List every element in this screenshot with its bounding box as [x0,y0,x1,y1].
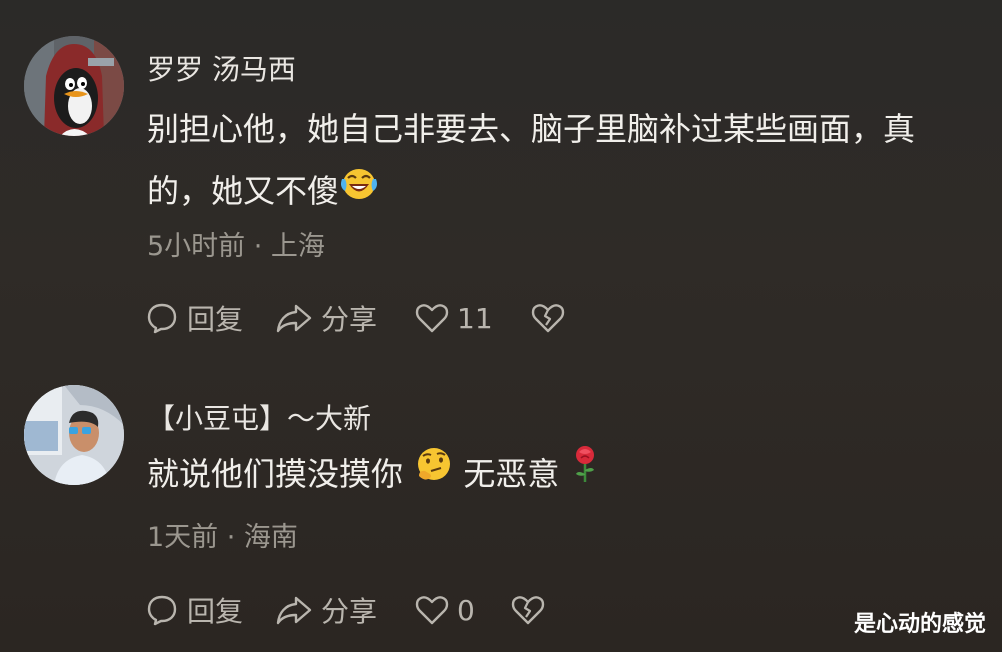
username[interactable]: 【小豆屯】～大新 [147,397,371,437]
avatar[interactable] [24,36,124,136]
thinking-emoji-icon [413,442,453,504]
heart-icon [415,594,449,626]
comment-item: 【小豆屯】～大新 就说他们摸没摸你 无恶意 1天前 · 海南 回复 分享 0 [0,352,1002,652]
like-button[interactable]: 0 [415,594,475,627]
comment-text: 别担心他，她自己非要去、脑子里脑补过某些画面，真的，她又不傻 [147,98,977,224]
share-button[interactable]: 分享 [275,590,377,630]
like-button[interactable]: 11 [415,302,493,335]
man-in-car-avatar-image [24,385,124,485]
share-label: 分享 [321,303,378,336]
rose-emoji-icon [570,442,600,504]
comment-text: 就说他们摸没摸你 无恶意 [147,443,977,507]
comment-text-content: 别担心他，她自己非要去、脑子里脑补过某些画面，真的，她又不傻 [147,110,916,210]
comment-actions: 回复 分享 0 [145,590,577,630]
share-arrow-icon [275,593,313,627]
broken-heart-icon [511,594,545,626]
watermark: 是心动的感觉 [853,612,986,637]
avatar[interactable] [24,385,124,485]
broken-heart-icon [531,302,565,334]
comment-bubble-icon [145,301,179,335]
comment-text-after: 无恶意 [463,455,560,493]
comment-meta: 1天前 · 海南 [147,522,298,553]
like-count: 11 [457,301,493,335]
penguin-avatar-image [24,36,124,136]
comment-meta: 5小时前 · 上海 [147,231,325,262]
like-count: 0 [457,593,475,627]
heart-icon [415,302,449,334]
comment-text-before: 就说他们摸没摸你 [147,455,404,493]
share-arrow-icon [275,301,313,335]
username[interactable]: 罗罗 汤马西 [147,48,296,88]
comment-item: 罗罗 汤马西 别担心他，她自己非要去、脑子里脑补过某些画面，真的，她又不傻 5小… [0,0,1002,352]
dislike-button[interactable] [531,302,565,334]
share-label: 分享 [321,595,378,628]
reply-button[interactable]: 回复 [145,298,243,338]
reply-label: 回复 [187,303,244,336]
comment-actions: 回复 分享 11 [145,298,597,338]
share-button[interactable]: 分享 [275,298,377,338]
laughing-crying-emoji-icon [339,159,379,221]
reply-label: 回复 [187,595,244,628]
comment-bubble-icon [145,593,179,627]
dislike-button[interactable] [511,594,545,626]
reply-button[interactable]: 回复 [145,590,243,630]
